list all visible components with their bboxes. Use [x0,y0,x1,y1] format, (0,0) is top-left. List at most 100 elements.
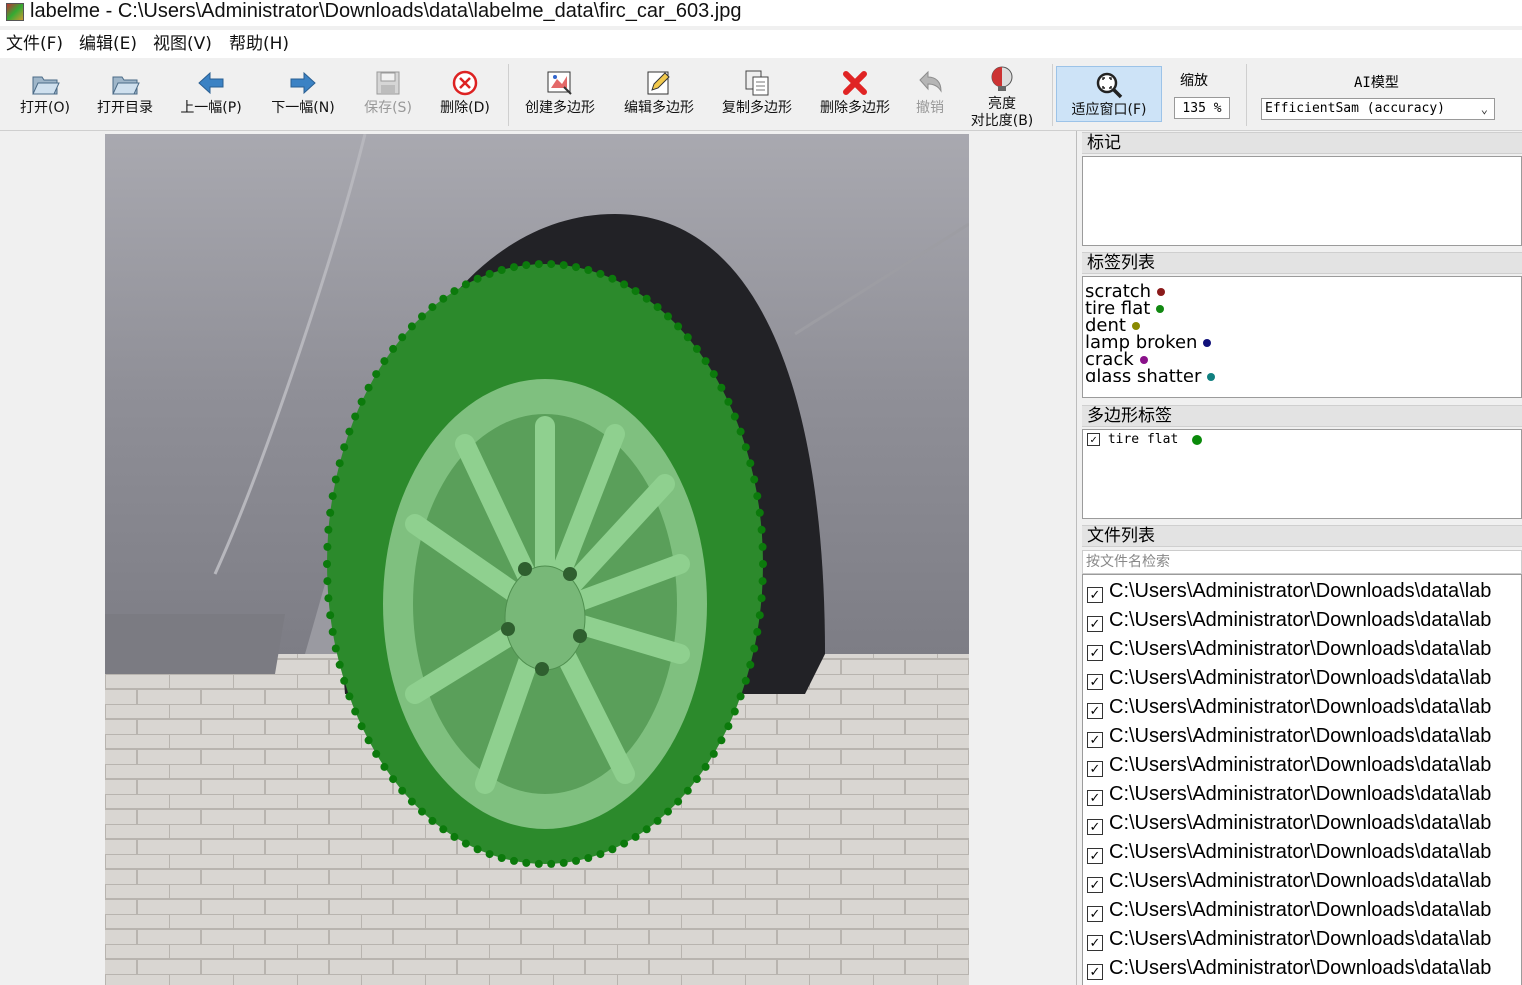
prev-image-button[interactable]: 上一幅(P) [174,64,248,126]
polygon-vertex[interactable] [522,261,531,270]
polygon-vertex[interactable] [730,412,739,421]
polygon-vertex[interactable] [683,333,692,342]
polygon-vertex[interactable] [323,542,332,551]
polygon-vertex[interactable] [331,644,340,653]
fit-window-button[interactable]: 适应窗口(F) [1056,66,1162,122]
label-item-crack[interactable]: crack [1085,351,1148,369]
polygon-vertex[interactable] [328,492,337,501]
polygon-vertex[interactable] [351,412,360,421]
polygon-vertex[interactable] [724,397,733,406]
polygon-vertex[interactable] [730,707,739,716]
checkbox-checked[interactable]: ✓ [1087,732,1103,748]
polygon-vertex[interactable] [664,807,672,816]
checkbox-checked[interactable]: ✓ [1087,877,1103,893]
polygon-vertex[interactable] [547,260,556,269]
checkbox-checked[interactable]: ✓ [1087,761,1103,777]
create-polygon-button[interactable]: 创建多边形 [518,64,602,126]
polygon-vertex[interactable] [674,797,683,806]
polygon-vertex[interactable] [750,644,759,653]
polygon-vertex[interactable] [372,370,381,379]
polygon-vertex[interactable] [351,707,360,716]
polygon-vertex[interactable] [326,611,335,620]
polygon-vertex[interactable] [398,333,407,342]
polygon-vertex[interactable] [758,577,767,586]
file-list-item[interactable]: ✓ C:\Users\Administrator\Downloads\data\l… [1087,896,1491,925]
image-canvas[interactable] [0,131,1077,985]
polygon-vertex[interactable] [473,274,482,283]
polygon-vertex[interactable] [692,775,701,784]
polygon-vertex[interactable] [547,859,556,868]
polygon-vertex[interactable] [757,525,766,534]
polygon-vertex[interactable] [572,856,580,865]
ai-model-dropdown[interactable]: EfficientSam (accuracy) ⌄ [1261,98,1495,120]
polygon-vertex[interactable] [559,858,568,867]
polygon-vertex[interactable] [642,825,651,834]
polygon-vertex[interactable] [323,560,331,568]
checkbox-checked[interactable]: ✓ [1087,674,1103,690]
polygon-vertex[interactable] [450,832,459,841]
file-list-item[interactable]: ✓ C:\Users\Administrator\Downloads\data\l… [1087,838,1491,867]
next-image-button[interactable]: 下一幅(N) [266,64,340,126]
file-list-item[interactable]: ✓ C:\Users\Administrator\Downloads\data\l… [1087,751,1491,780]
checkbox-checked[interactable]: ✓ [1087,790,1103,806]
file-list-item[interactable]: ✓ C:\Users\Administrator\Downloads\data\l… [1087,606,1491,635]
polygon-vertex[interactable] [439,825,448,834]
polygon-vertex[interactable] [389,775,398,784]
polygon-vertex[interactable] [418,312,426,321]
polygon-vertex[interactable] [418,807,426,816]
polygon-vertex[interactable] [717,736,726,745]
file-list-item[interactable]: ✓ C:\Users\Administrator\Downloads\data\l… [1087,693,1491,722]
polygon-vertex[interactable] [758,542,767,551]
polygon-vertex[interactable] [631,287,640,296]
polygon-vertex[interactable] [324,525,333,534]
open-dir-button[interactable]: 打开目录 [92,64,158,126]
file-list-item[interactable]: ✓ C:\Users\Administrator\Downloads\data\l… [1087,577,1491,606]
delete-file-button[interactable]: 删除(D) [434,64,496,126]
file-list-item[interactable]: ✓ C:\Users\Administrator\Downloads\data\l… [1087,780,1491,809]
polygon-vertex[interactable] [755,611,764,620]
polygon-vertex[interactable] [741,443,750,452]
polygon-vertex[interactable] [428,816,437,825]
polygon-vertex[interactable] [357,722,366,731]
polygon-vertex[interactable] [741,676,750,685]
polygon-vertex[interactable] [736,427,745,436]
label-item-glass-shatter[interactable]: glass shatter [1085,368,1216,382]
polygon-vertex[interactable] [510,856,518,865]
polygon-vertex[interactable] [510,263,518,272]
polygon-vertex[interactable] [485,269,494,278]
polygon-vertex[interactable] [572,263,580,272]
polygon-vertex[interactable] [407,797,416,806]
polygon-vertex[interactable] [461,280,470,289]
file-list-item[interactable]: ✓ C:\Users\Administrator\Downloads\data\l… [1087,635,1491,664]
polygon-vertex[interactable] [701,762,710,771]
brightness-contrast-button[interactable]: 亮度 对比度(B) [964,64,1040,129]
polygon-vertex[interactable] [485,850,494,859]
polygon-vertex[interactable] [709,749,718,758]
polygon-vertex[interactable] [664,312,672,321]
polygon-vertex[interactable] [328,627,337,636]
menu-help[interactable]: 帮助(H) [229,33,289,55]
polygon-vertex[interactable] [497,266,506,274]
polygon-vertex[interactable] [372,749,381,758]
polygon-vertex[interactable] [724,722,733,731]
checkbox-checked[interactable]: ✓ [1087,935,1103,951]
polygon-vertex[interactable] [701,357,710,366]
polygon-vertex[interactable] [653,303,662,312]
save-button[interactable]: 保存(S) [358,64,418,126]
open-button[interactable]: 打开(O) [14,64,76,126]
polygon-vertex[interactable] [380,357,389,366]
polygon-vertex[interactable] [596,850,605,859]
delete-polygon-button[interactable]: 删除多边形 [812,64,898,126]
polygon-vertex[interactable] [584,854,593,862]
polygon-vertex[interactable] [653,816,662,825]
polygon-vertex[interactable] [717,383,726,392]
polygon-vertex[interactable] [753,492,762,501]
polygon-vertex[interactable] [642,294,651,303]
checkbox-checked[interactable]: ✓ [1087,616,1103,632]
polygon-vertex[interactable] [584,266,593,274]
polygon-vertex[interactable] [759,560,767,568]
polygon-vertex[interactable] [757,594,766,603]
polygon-vertex[interactable] [439,294,448,303]
polygon-vertex[interactable] [709,370,718,379]
checkbox-checked[interactable]: ✓ [1087,433,1100,446]
